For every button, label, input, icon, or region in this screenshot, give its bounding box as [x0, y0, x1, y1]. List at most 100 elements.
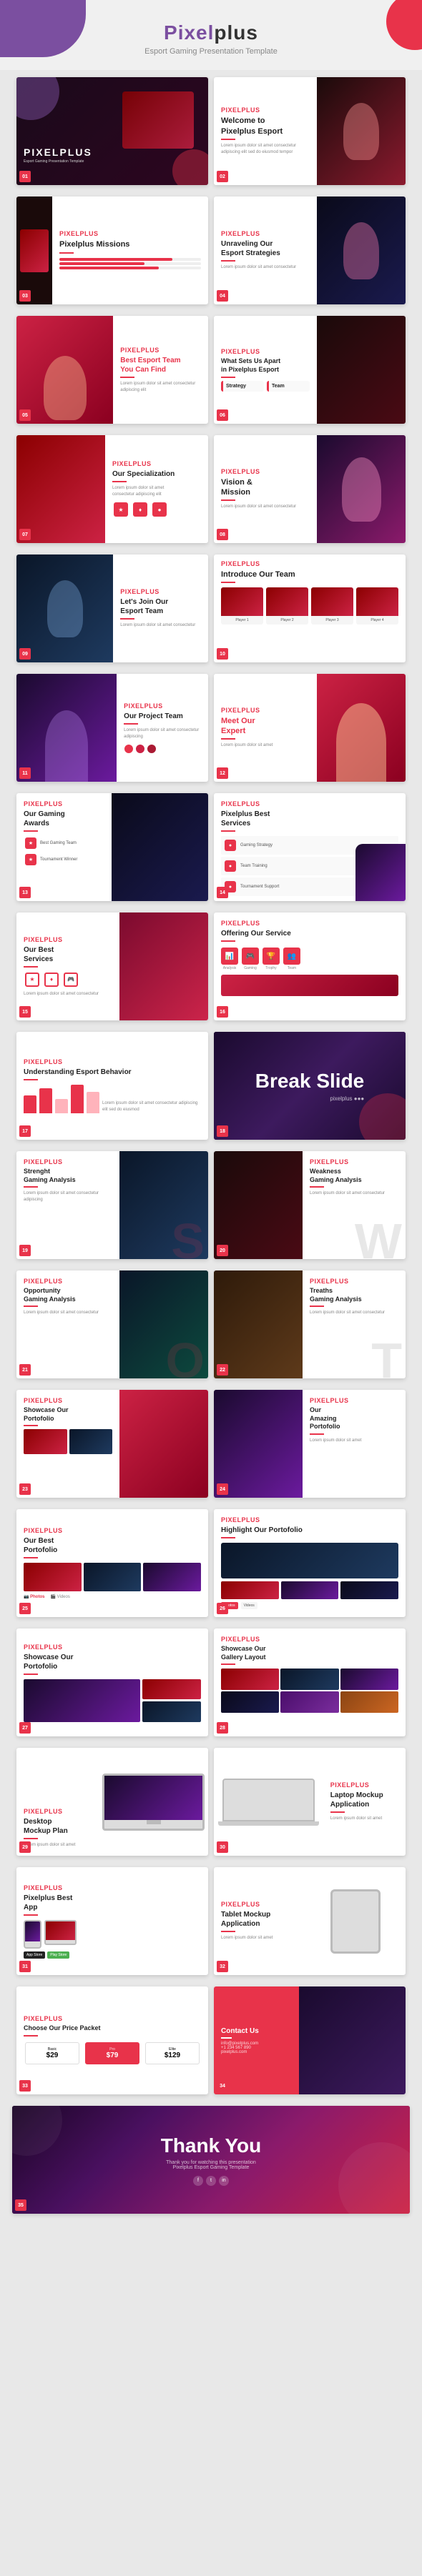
best-services-deco — [355, 844, 406, 901]
offering-icon-label-3: Trophy — [262, 966, 280, 970]
person-silhouette — [343, 103, 379, 160]
slides-row-5: pixelplus Let's Join OurEsport Team Lore… — [16, 555, 406, 662]
awards-list: ★ Best Gaming Team ★ Tournament Winner — [24, 836, 104, 867]
welcome-img — [317, 77, 406, 185]
team-card-4: Player 4 — [356, 587, 398, 625]
highlight-content: pixelplus Highlight Our Portofolio Photo… — [214, 1509, 406, 1616]
slide-weakness[interactable]: W pixelplus WeaknessGaming Analysis Lore… — [214, 1151, 406, 1259]
slide-showcase[interactable]: pixelplus Showcase OurPortofolio 23 — [16, 1390, 208, 1498]
slide-laptop-mockup[interactable]: pixelplus Laptop MockupApplication Lorem… — [214, 1748, 406, 1856]
showcase2-thumb-1 — [142, 1679, 201, 1700]
slides-row-13: pixelplus Our BestPortofolio 📷 Photos 🎬 … — [16, 1509, 406, 1617]
slide-our-best-layout: pixelplus Our BestServices ★ ♦ 🎮 Lorem i… — [16, 912, 208, 1020]
slide-vision[interactable]: pixelplus Vision &Mission Lorem ipsum do… — [214, 435, 406, 543]
weakness-label: pixelplus — [310, 1158, 398, 1165]
slide-meet-expert[interactable]: pixelplus Meet OurExpert Lorem ipsum dol… — [214, 674, 406, 782]
slide-best-porto[interactable]: pixelplus Our BestPortofolio 📷 Photos 🎬 … — [16, 1509, 208, 1617]
our-best-label: pixelplus — [24, 936, 112, 943]
project-img — [16, 674, 117, 782]
highlight-img-main — [221, 1543, 398, 1578]
desktop-underline — [24, 1838, 38, 1839]
slide-project[interactable]: pixelplus Our Project Team Lorem ipsum d… — [16, 674, 208, 782]
slide-num-1: 01 — [19, 171, 31, 182]
red-underline — [221, 139, 235, 140]
slide-desktop-mockup[interactable]: pixelplus DesktopMockup Plan Lorem ipsum… — [16, 1748, 208, 1856]
showcase-img — [119, 1390, 208, 1498]
slide-num-23: 23 — [19, 1483, 31, 1495]
slide-threats[interactable]: T pixelplus TreathsGaming Analysis Lorem… — [214, 1270, 406, 1378]
slide-best-services[interactable]: pixelplus Pixelplus BestServices ● Gamin… — [214, 793, 406, 901]
project-img-inner — [16, 674, 117, 782]
tablet-underline — [221, 1931, 235, 1932]
slide-opportunity[interactable]: O pixelplus OpportunityGaming Analysis L… — [16, 1270, 208, 1378]
slide-cover[interactable]: PIXELPLUS Esport Gaming Presentation Tem… — [16, 77, 208, 185]
slide-num-12: 12 — [217, 767, 228, 779]
slide-our-best[interactable]: pixelplus Our BestServices ★ ♦ 🎮 Lorem i… — [16, 912, 208, 1020]
strength-content: pixelplus StrenghtGaming Analysis Lorem … — [16, 1151, 119, 1259]
gallery-item-4 — [221, 1691, 279, 1713]
info-box-2: Team — [267, 381, 310, 392]
bar-3 — [55, 1099, 68, 1113]
slide-best-app[interactable]: pixelplus Pixelplus BestApp App Store Pl… — [16, 1867, 208, 1975]
slide-best-team[interactable]: pixelplus Best Esport TeamYou Can Find L… — [16, 316, 208, 424]
porto-icons: 📷 Photos 🎬 Videos — [24, 1594, 201, 1599]
app-phone-screen — [25, 1921, 40, 1942]
price-label: pixelplus — [24, 2015, 201, 2022]
opportunity-content: pixelplus OpportunityGaming Analysis Lor… — [16, 1270, 119, 1378]
amazing-label: pixelplus — [310, 1397, 398, 1404]
slide-thankyou[interactable]: Thank You Thank you for watching this pr… — [12, 2106, 410, 2214]
meet-person — [336, 703, 386, 782]
badge-videos: Videos — [241, 1602, 257, 1609]
slide-specialization[interactable]: pixelplus Our Specialization Lorem ipsum… — [16, 435, 208, 543]
slide-gallery[interactable]: pixelplus Showcase OurGallery Layout 28 — [214, 1628, 406, 1736]
chart-spacer: Lorem ipsum dolor sit amet consectetur a… — [102, 1098, 201, 1113]
spec-icon-3: ● — [152, 502, 167, 517]
slide-introduce[interactable]: pixelplus Introduce Our Team Player 1 Pl… — [214, 555, 406, 662]
spec-text: Lorem ipsum dolor sit ametconsectetur ad… — [112, 485, 201, 498]
highlight-thumbs — [221, 1581, 398, 1599]
avatar-3 — [147, 744, 157, 754]
cover-text: PIXELPLUS Esport Gaming Presentation Tem… — [24, 146, 92, 164]
offering-underline — [221, 940, 235, 942]
team-card-3: Player 3 — [311, 587, 353, 625]
slide-strength[interactable]: S pixelplus StrenghtGaming Analysis Lore… — [16, 1151, 208, 1259]
thankyou-social: f t in — [193, 2176, 229, 2186]
slide-num-16: 16 — [217, 1006, 228, 1018]
opportunity-title: OpportunityGaming Analysis — [24, 1287, 112, 1303]
team-card-1: Player 1 — [221, 587, 263, 625]
slide-contact[interactable]: Contact Us info@pixelplus.com+1 234 567 … — [214, 1986, 406, 2094]
letsjoin-title: Let's Join OurEsport Team — [120, 597, 201, 616]
slide-break[interactable]: Break Slide pixelplus ●●● 18 — [214, 1032, 406, 1140]
slide-unraveling[interactable]: pixelplus Unraveling OurEsport Strategie… — [214, 197, 406, 304]
highlight-title: Highlight Our Portofolio — [221, 1526, 398, 1535]
opportunity-label: pixelplus — [24, 1278, 112, 1285]
team-card-img-2 — [266, 587, 308, 616]
slide-showcase2[interactable]: pixelplus Showcase OurPortofolio 27 — [16, 1628, 208, 1736]
slide-letsjoin[interactable]: pixelplus Let's Join OurEsport Team Lore… — [16, 555, 208, 662]
team-card-name-2: Player 2 — [266, 616, 308, 625]
slide-tablet-mockup[interactable]: pixelplus Tablet MockupApplication Lorem… — [214, 1867, 406, 1975]
slide-missions[interactable]: pixelplus Pixelplus Missions 03 — [16, 197, 208, 304]
slide-welcome[interactable]: pixelplus Welcome toPixelplus Esport Lor… — [214, 77, 406, 185]
slide-gaming-awards[interactable]: pixelplus Our GamingAwards ★ Best Gaming… — [16, 793, 208, 901]
offering-icon-2: 🎮 — [242, 948, 259, 965]
letsjoin-person — [47, 580, 83, 637]
slide-highlight[interactable]: pixelplus Highlight Our Portofolio Photo… — [214, 1509, 406, 1617]
slide-price[interactable]: pixelplus Choose Our Price Packet Basic … — [16, 1986, 208, 2094]
unraveling-label: pixelplus — [221, 230, 310, 237]
slide-amazing[interactable]: pixelplus OurAmazingPortofolio Lorem ips… — [214, 1390, 406, 1498]
price-title: Choose Our Price Packet — [24, 2024, 201, 2033]
threats-underline — [310, 1306, 324, 1307]
slide-offering[interactable]: pixelplus Offering Our Service 📊 Analysi… — [214, 912, 406, 1020]
slide-understanding[interactable]: pixelplus Understanding Esport Behavior … — [16, 1032, 208, 1140]
slide-what-sets[interactable]: pixelplus What Sets Us Apartin Pixelplus… — [214, 316, 406, 424]
swot-s-letter: S — [171, 1216, 205, 1259]
laptop-title: Laptop MockupApplication — [330, 1791, 398, 1809]
laptop-underline — [330, 1811, 345, 1813]
unraveling-text: Lorem ipsum dolor sit amet consectetur — [221, 264, 310, 271]
amazing-text: Lorem ipsum dolor sit amet — [310, 1438, 398, 1444]
best-app-label: pixelplus — [24, 1884, 201, 1891]
slide-num-6: 06 — [217, 409, 228, 421]
slide-num-10: 10 — [217, 648, 228, 660]
tablet-text: Lorem ipsum dolor sit amet — [221, 1935, 298, 1941]
